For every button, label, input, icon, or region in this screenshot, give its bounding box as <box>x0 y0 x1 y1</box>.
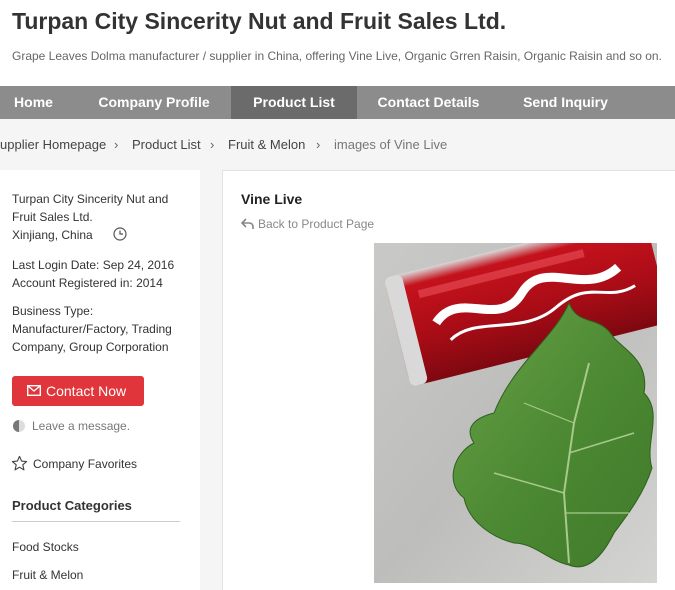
nav-item-company-profile[interactable]: Company Profile <box>84 86 224 119</box>
company-tagline: Grape Leaves Dolma manufacturer / suppli… <box>12 49 662 63</box>
divider <box>12 521 180 522</box>
company-favorites-label: Company Favorites <box>33 457 138 471</box>
back-arrow-icon <box>241 218 254 229</box>
breadcrumb-product-list[interactable]: Product List <box>132 136 201 154</box>
star-icon <box>11 455 28 471</box>
loading-icon <box>13 420 25 432</box>
leave-message-label: Leave a message. <box>32 419 131 433</box>
last-login-date: Last Login Date: Sep 24, 2016 <box>12 258 175 272</box>
account-registered: Account Registered in: 2014 <box>12 276 163 290</box>
supplier-name-line2[interactable]: Fruit Sales Ltd. <box>12 208 93 226</box>
site-header: Turpan City Sincerity Nut and Fruit Sale… <box>0 0 675 86</box>
clock-icon[interactable] <box>113 227 127 241</box>
product-title: Vine Live <box>241 191 303 207</box>
business-type-label: Business Type: <box>12 304 94 318</box>
contact-now-button[interactable]: Contact Now <box>12 376 144 406</box>
chevron-right-icon: › <box>210 137 215 152</box>
company-title[interactable]: Turpan City Sincerity Nut and Fruit Sale… <box>12 8 506 35</box>
category-item-food-stocks[interactable]: Food Stocks <box>12 540 79 554</box>
nav-item-home[interactable]: Home <box>0 86 67 119</box>
back-to-product-label: Back to Product Page <box>258 217 375 231</box>
supplier-location: Xinjiang, China <box>12 228 93 242</box>
product-photo[interactable] <box>374 243 657 583</box>
category-item-fruit-melon[interactable]: Fruit & Melon <box>12 568 83 582</box>
nav-item-contact-details[interactable]: Contact Details <box>357 86 500 119</box>
contact-now-label: Contact Now <box>46 383 127 399</box>
chevron-right-icon: › <box>316 137 321 152</box>
mail-icon <box>27 385 41 396</box>
breadcrumb-current-page: images of Vine Live <box>334 137 448 152</box>
nav-item-product-list[interactable]: Product List <box>231 86 357 119</box>
product-categories-heading: Product Categories <box>12 498 132 513</box>
supplier-name-line1[interactable]: Turpan City Sincerity Nut and <box>12 190 168 208</box>
breadcrumb-fruit-melon[interactable]: Fruit & Melon <box>228 136 305 154</box>
breadcrumb-supplier-homepage[interactable]: upplier Homepage <box>0 136 106 154</box>
chevron-right-icon: › <box>114 137 119 152</box>
main-nav: Home Company Profile Product List Contac… <box>0 86 675 119</box>
business-type-value-line1: Manufacturer/Factory, Trading <box>12 322 172 336</box>
business-type-value-line2: Company, Group Corporation <box>12 340 169 354</box>
nav-item-send-inquiry[interactable]: Send Inquiry <box>508 86 623 119</box>
